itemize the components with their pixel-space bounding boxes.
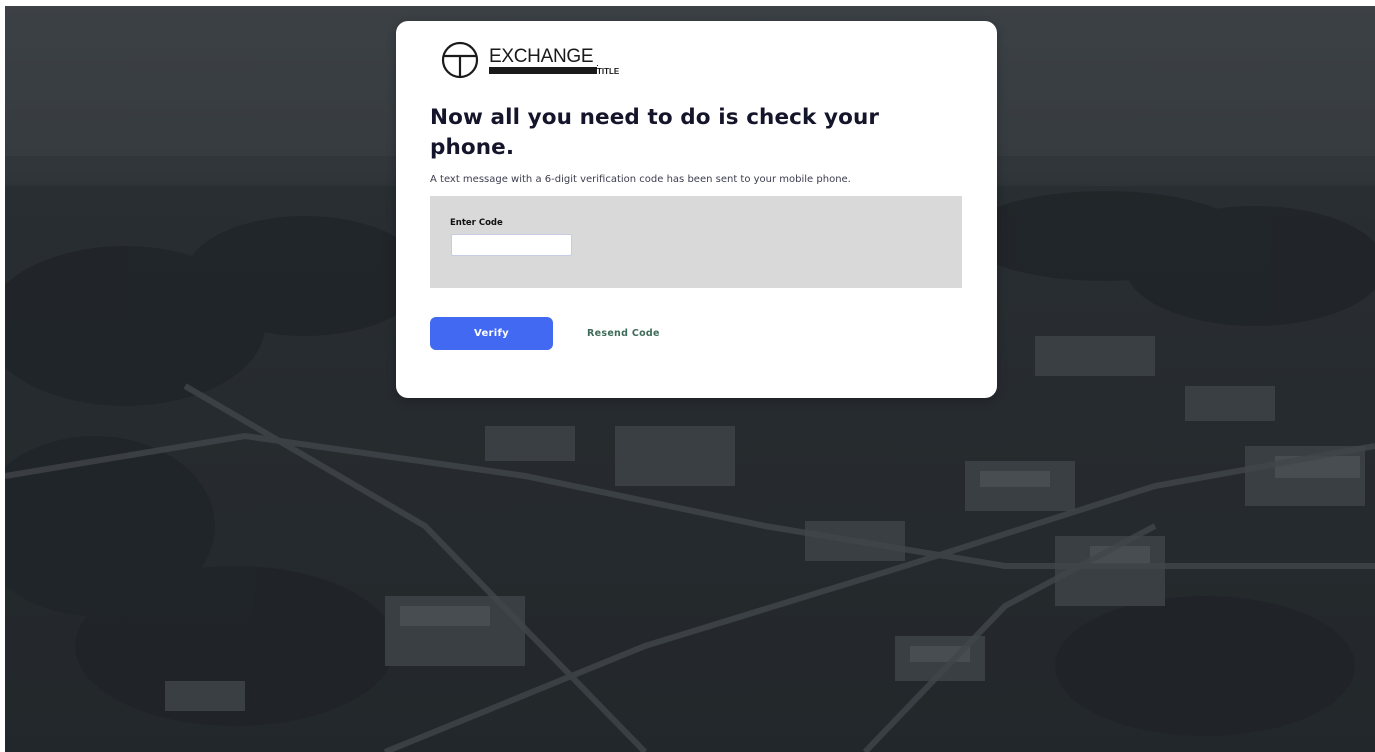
exchange-title-logo: EXCHANGE TITLE: [441, 41, 620, 79]
verification-code-input[interactable]: [451, 234, 572, 256]
code-field-label: Enter Code: [450, 218, 503, 228]
svg-text:TITLE: TITLE: [597, 67, 620, 76]
svg-text:EXCHANGE: EXCHANGE: [489, 46, 593, 67]
verification-card: EXCHANGE TITLE Now all you need to do is…: [396, 21, 997, 398]
page-viewport: EXCHANGE TITLE Now all you need to do is…: [5, 6, 1375, 752]
page-title: Now all you need to do is check your pho…: [430, 105, 880, 160]
verify-button[interactable]: Verify: [430, 317, 553, 350]
code-entry-panel: Enter Code: [430, 196, 962, 288]
resend-code-link[interactable]: Resend Code: [587, 328, 660, 339]
instruction-text: A text message with a 6-digit verificati…: [430, 174, 851, 185]
